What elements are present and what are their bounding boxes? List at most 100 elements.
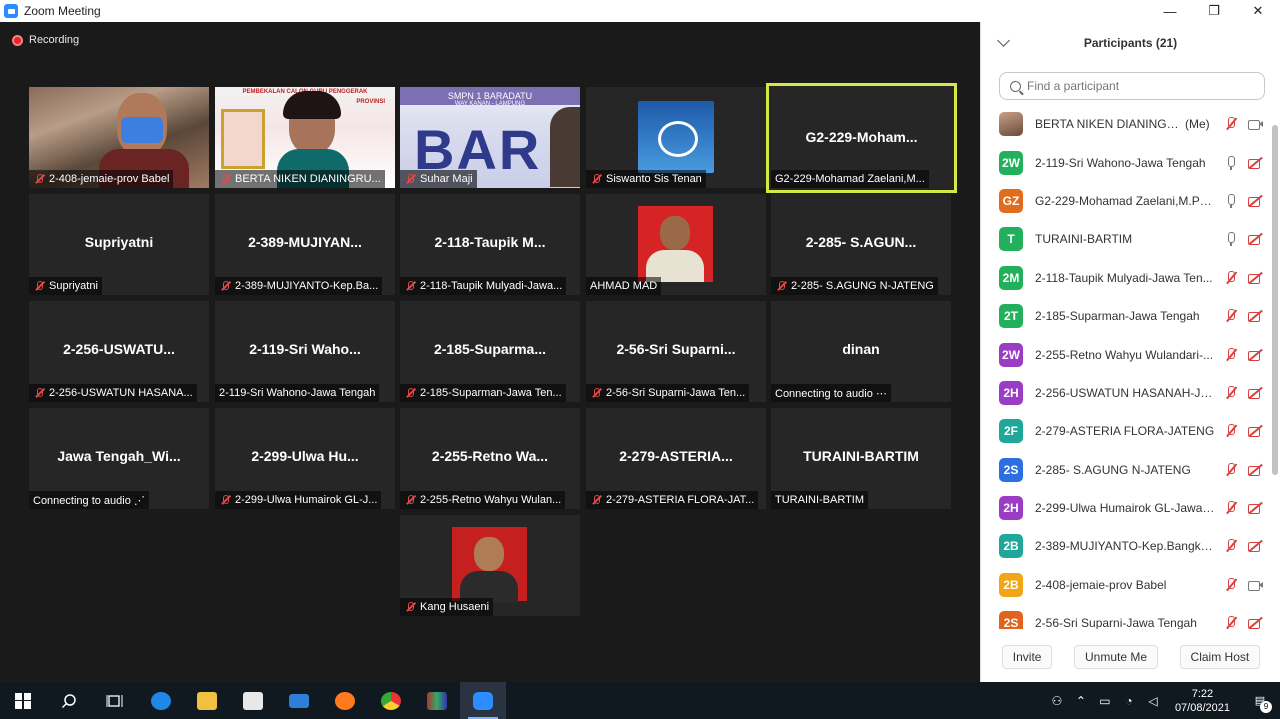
system-tray: ⚇ ⌃ ▭ ◔ ◁ 7:22 07/08/2021 ▤ 9 [1045,682,1280,719]
video-tile[interactable]: 2-285- S.AGUN... 2-285- S.AGUNG N-JATENG [771,194,951,295]
mic-muted-icon [219,280,231,292]
video-tile[interactable]: dinan Connecting to audio ⋯ [771,301,951,402]
search-icon [61,693,76,708]
folder-icon [197,691,217,710]
participant-name: 2-56-Sri Suparni-Jawa Tengah [1035,616,1197,629]
tile-name-label: TURAINI-BARTIM [771,491,869,509]
battery-icon[interactable]: ▭ [1093,694,1117,708]
participant-search[interactable] [999,72,1265,100]
mic-muted-icon [1223,615,1239,629]
tile-name-label: 2-118-Taupik Mulyadi-Jawa... [400,277,567,295]
close-button[interactable]: ✕ [1236,0,1280,22]
recording-indicator[interactable]: Recording [12,34,79,46]
tile-display-name: 2-255-Retno Wa... [431,448,549,464]
chevron-down-icon[interactable] [997,34,1010,47]
claim-host-button[interactable]: Claim Host [1179,645,1261,669]
participant-row[interactable]: 2W 2-255-Retno Wahyu Wulandari-... [981,335,1271,373]
start-button[interactable] [0,682,46,719]
participant-list-scrollbar[interactable] [1272,105,1278,629]
video-tile[interactable]: PEMBEKALAN CALON GURU PENGGERAK PROVINSI… [215,87,395,188]
participant-row[interactable]: 2S 2-285- S.AGUNG N-JATENG [981,451,1271,489]
taskbar-winrar[interactable] [414,682,460,719]
taskbar-store[interactable] [230,682,276,719]
participant-name: 2-299-Ulwa Humairok GL-Jawa ... [1035,501,1215,516]
tile-display-name: 2-56-Sri Suparni... [616,341,736,357]
participant-row[interactable]: 2B 2-389-MUJIYANTO-Kep.Bangka ... [981,527,1271,565]
taskbar-chrome[interactable] [368,682,414,719]
unmute-me-button[interactable]: Unmute Me [1073,645,1159,669]
avatar: 2W [999,150,1023,175]
mic-muted-icon [1223,577,1239,593]
video-tile[interactable]: 2-256-USWATU... 2-256-USWATUN HASANA... [29,301,209,402]
participant-name: 2-255-Retno Wahyu Wulandari-... [1035,347,1214,362]
participant-row[interactable]: 2W 2-119-Sri Wahono-Jawa Tengah [981,143,1271,181]
video-tile[interactable]: 2-56-Sri Suparni... 2-56-Sri Suparni-Jaw… [586,301,766,402]
video-tile[interactable]: Jawa Tengah_Wi... Connecting to audio ⋰ [29,408,209,509]
invite-button[interactable]: Invite [1001,645,1053,669]
video-tile[interactable]: 2-389-MUJIYAN... 2-389-MUJIYANTO-Kep.Ba.… [215,194,395,295]
mic-muted-icon [1223,500,1239,516]
mic-muted-icon [1223,116,1239,132]
participant-row[interactable]: T TURAINI-BARTIM [981,220,1271,258]
clock[interactable]: 7:22 07/08/2021 [1175,687,1230,715]
participant-row[interactable]: 2M 2-118-Taupik Mulyadi-Jawa Ten... [981,259,1271,297]
video-tile[interactable]: 2-255-Retno Wa... 2-255-Retno Wahyu Wula… [400,408,580,509]
tile-name-label: Kang Husaeni [400,598,494,616]
video-tile[interactable]: 2-299-Ulwa Hu... 2-299-Ulwa Humairok GL-… [215,408,395,509]
participant-name: 2-185-Suparman-Jawa Tengah [1035,309,1200,324]
mic-muted-icon [775,280,787,292]
minimize-button[interactable]: — [1148,0,1192,22]
participant-row[interactable]: 2H 2-299-Ulwa Humairok GL-Jawa ... [981,489,1271,527]
tile-display-name: 2-185-Suparma... [433,341,547,357]
video-tile[interactable]: 2-119-Sri Waho... 2-119-Sri Wahono-Jawa … [215,301,395,402]
participant-row[interactable]: BERTA NIKEN DIANINGRU... (Me) [981,105,1271,143]
video-tile-active-speaker[interactable]: G2-229-Moham... G2-229-Mohamad Zaelani,M… [766,83,957,193]
video-tile[interactable]: 2-408-jemaie-prov Babel [29,87,209,188]
poster-frame [221,109,265,169]
taskbar-mail[interactable] [276,682,322,719]
volume-icon[interactable]: ◁ [1141,694,1165,708]
participant-row[interactable]: 2T 2-185-Suparman-Jawa Tengah [981,297,1271,335]
taskbar-edge[interactable] [138,682,184,719]
video-tile[interactable]: Supriyatni Supriyatni [29,194,209,295]
notification-button[interactable]: ▤ 9 [1240,694,1280,713]
video-tile[interactable]: 2-185-Suparma... 2-185-Suparman-Jawa Ten… [400,301,580,402]
video-gallery: Recording 2-408-jemaie-prov Babel PEMBEK… [0,22,980,682]
restore-button[interactable]: ❐ [1192,0,1236,22]
taskbar-file-explorer[interactable] [184,682,230,719]
taskbar-zoom[interactable] [460,682,506,719]
tile-name-label: AHMAD MAD [586,277,662,295]
video-tile[interactable]: 2-279-ASTERIA... 2-279-ASTERIA FLORA-JAT… [586,408,766,509]
search-input[interactable] [1027,79,1247,93]
camera-off-icon [1247,270,1263,286]
video-tile[interactable]: Kang Husaeni [400,515,580,616]
taskbar-search-button[interactable] [46,682,92,719]
participant-name: 2-279-ASTERIA FLORA-JATENG [1035,424,1215,439]
participant-row[interactable]: 2B 2-408-jemaie-prov Babel [981,566,1271,604]
mic-muted-icon [590,173,602,185]
tile-name-label: 2-119-Sri Wahono-Jawa Tengah [215,384,380,402]
chrome-icon [381,691,401,710]
people-icon[interactable]: ⚇ [1045,694,1069,708]
video-tile[interactable]: Siswanto Sis Tenan [586,87,766,188]
mic-muted-icon [1223,308,1239,324]
video-tile[interactable]: SMPN 1 BARADATU WAY KANAN - LAMPUNG BAR … [400,87,580,188]
video-tile[interactable]: 2-118-Taupik M... 2-118-Taupik Mulyadi-J… [400,194,580,295]
task-view-icon [106,694,123,707]
avatar: 2B [999,572,1023,597]
participant-row[interactable]: 2H 2-256-USWATUN HASANAH-JA... [981,374,1271,412]
taskbar-firefox[interactable] [322,682,368,719]
participant-row[interactable]: GZ G2-229-Mohamad Zaelani,M.Pd... [981,182,1271,220]
wifi-icon[interactable]: ◔ [1117,694,1141,708]
avatar: 2M [999,265,1023,290]
participant-row[interactable]: 2F 2-279-ASTERIA FLORA-JATENG [981,412,1271,450]
tile-name-label: 2-255-Retno Wahyu Wulan... [400,491,566,509]
chevron-up-icon[interactable]: ⌃ [1069,694,1093,708]
profile-picture [638,206,713,282]
task-view-button[interactable] [92,682,138,719]
participant-row[interactable]: 2S 2-56-Sri Suparni-Jawa Tengah [981,604,1271,629]
video-tile[interactable]: TURAINI-BARTIM TURAINI-BARTIM [771,408,951,509]
mic-muted-icon [404,601,416,613]
window-titlebar: Zoom Meeting — ❐ ✕ [0,0,1280,22]
video-tile[interactable]: AHMAD MAD [586,194,766,295]
